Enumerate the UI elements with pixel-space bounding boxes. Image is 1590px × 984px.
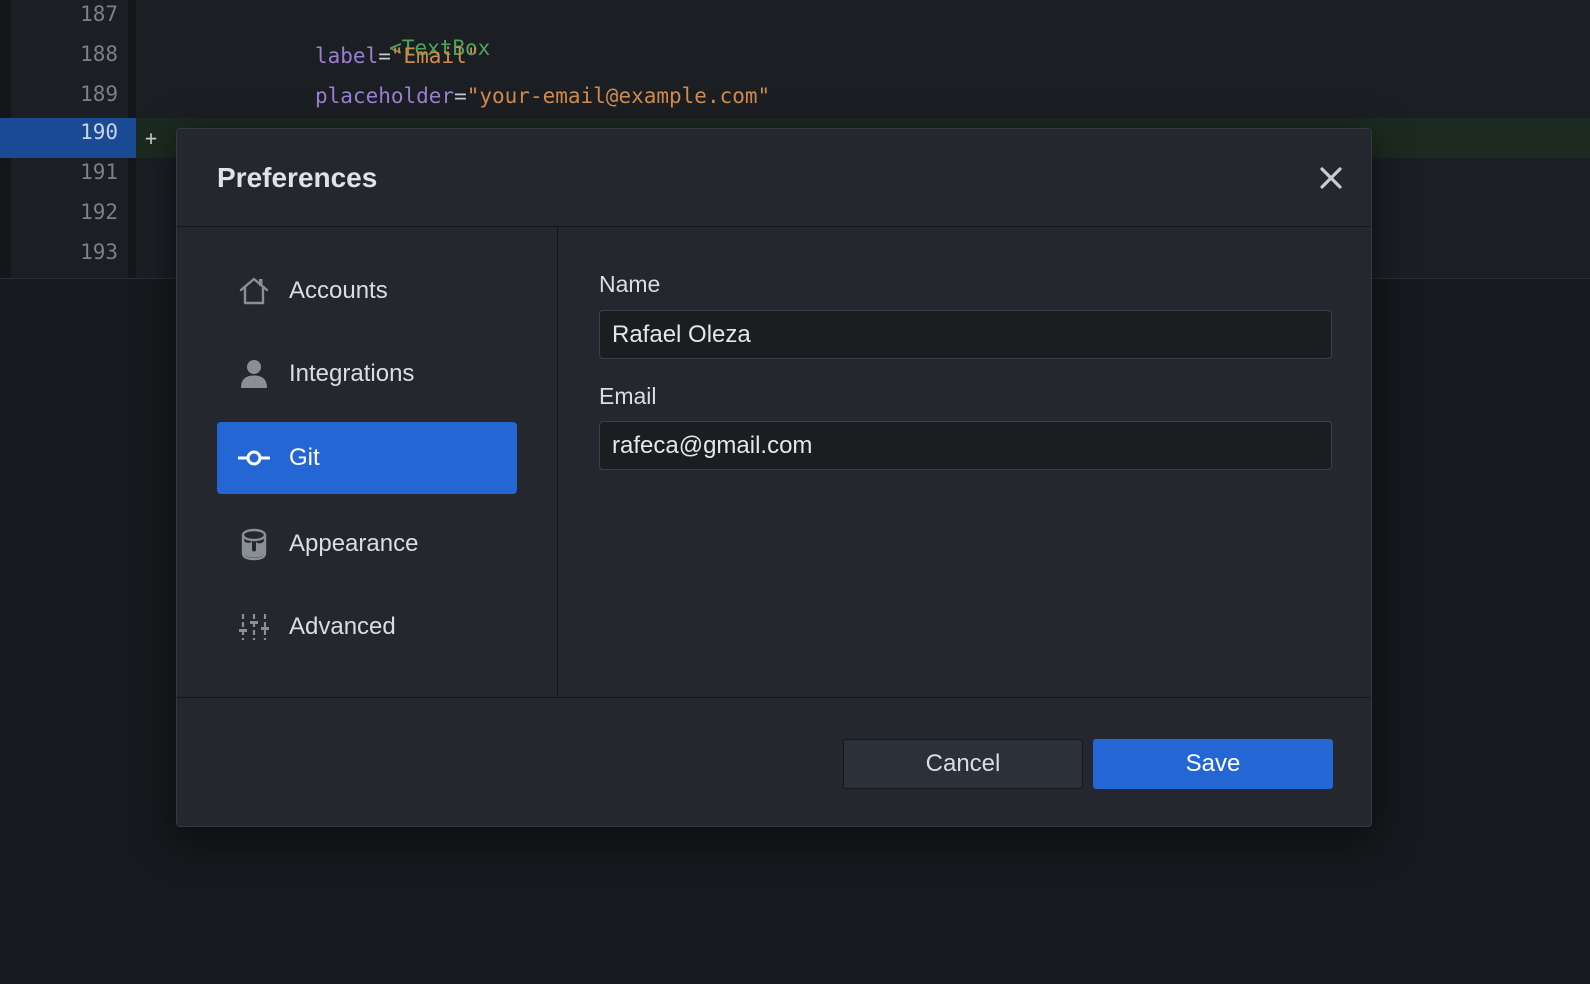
code-token-attribute: placeholder: [315, 84, 455, 108]
nav-item-label: Appearance: [289, 530, 419, 557]
code-token-attribute: label: [315, 44, 379, 68]
line-number: 188: [80, 42, 118, 66]
nav-item-label: Git: [289, 444, 320, 471]
code-text: placeholder="your-email@example.com": [315, 80, 770, 120]
dialog-title: Preferences: [217, 162, 378, 193]
home-icon: [237, 273, 271, 309]
name-input[interactable]: [599, 310, 1332, 359]
close-icon: [1320, 167, 1342, 189]
git-commit-icon: [237, 440, 271, 476]
line-number: 189: [80, 82, 118, 106]
nav-item-appearance[interactable]: Appearance: [217, 508, 517, 580]
nav-item-label: Advanced: [289, 613, 396, 640]
email-input[interactable]: [599, 421, 1332, 470]
line-number: 191: [80, 160, 118, 184]
line-number: 193: [80, 240, 118, 264]
nav-item-advanced[interactable]: Advanced: [217, 591, 517, 663]
code-line[interactable]: 187 <TextBox: [0, 0, 1590, 60]
sliders-icon: [237, 609, 271, 645]
line-number: 187: [80, 2, 118, 26]
code-text: label="Email": [315, 40, 479, 80]
nav-item-label: Accounts: [289, 277, 388, 304]
nav-item-accounts[interactable]: Accounts: [217, 255, 517, 327]
code-token-string: "Email": [390, 44, 480, 68]
nav-item-git[interactable]: Git: [217, 422, 517, 494]
email-field-label: Email: [599, 383, 657, 409]
nav-item-label: Integrations: [289, 360, 415, 387]
git-settings-panel: Name Email: [558, 227, 1371, 697]
nav-item-integrations[interactable]: Integrations: [217, 338, 517, 410]
line-number: 190: [80, 120, 118, 144]
save-button[interactable]: Save: [1093, 739, 1333, 789]
cancel-button[interactable]: Cancel: [843, 739, 1083, 789]
code-line[interactable]: 188 label="Email": [0, 40, 1590, 80]
name-field-label: Name: [599, 271, 661, 297]
code-text: <TextBox: [288, 0, 490, 60]
code-token-operator: =: [454, 84, 467, 108]
dialog-body: Accounts Integrations Git Appearance Adv…: [177, 227, 1371, 698]
dialog-footer: Cancel Save: [177, 698, 1371, 826]
close-button[interactable]: [1311, 158, 1351, 198]
preferences-dialog: Preferences Accounts Integrations Git Ap…: [176, 128, 1372, 827]
person-icon: [237, 356, 271, 392]
preferences-nav: Accounts Integrations Git Appearance Adv…: [177, 227, 558, 697]
code-token-string: "your-email@example.com": [466, 84, 771, 108]
paint-bucket-icon: [237, 526, 271, 562]
diff-added-marker: +: [145, 126, 158, 150]
app-window: 187 <TextBox 188 label="Email" 189 place…: [0, 0, 1590, 984]
dialog-header: Preferences: [177, 129, 1371, 227]
code-token-operator: =: [378, 44, 391, 68]
code-line[interactable]: 189 placeholder="your-email@example.com": [0, 80, 1590, 120]
line-number: 192: [80, 200, 118, 224]
